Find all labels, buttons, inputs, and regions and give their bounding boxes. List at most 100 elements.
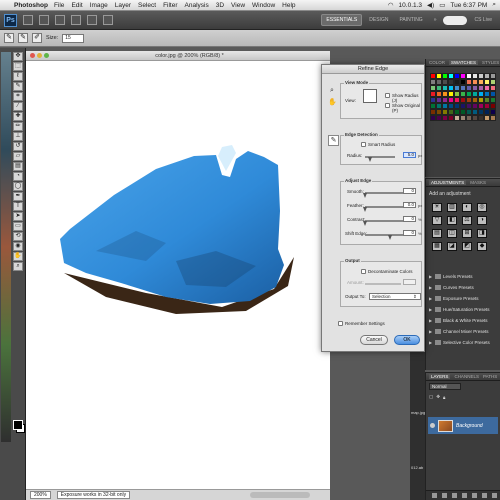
3d-camera-tool-icon[interactable]: ◉ [13,242,23,251]
tab-channels[interactable]: CHANNELS [454,374,479,379]
tab-swatches[interactable]: SWATCHES [449,60,479,65]
smooth-slider-handle[interactable] [363,193,367,198]
menu-layer[interactable]: Layer [115,2,131,9]
search-field[interactable] [443,15,468,25]
gradient-tool-icon[interactable]: ▤ [13,162,23,171]
visibility-eye-icon[interactable] [430,423,435,428]
launch-minibridge-icon[interactable] [39,15,49,25]
preset-selective-color[interactable]: ▶ Selective Color Presets [429,337,499,347]
status-info[interactable]: Exposure works in 32-bit only [56,491,131,499]
3d-rotate-tool-icon[interactable]: ⟲ [13,232,23,241]
brush-preset-icon[interactable]: ✎ [4,33,14,43]
ip-address[interactable]: 10.0.1.3 [399,2,423,9]
app-menu[interactable]: Photoshop [14,2,48,9]
link-layers-icon[interactable] [432,493,437,498]
radius-slider-handle[interactable] [368,157,372,162]
shift-edge-input[interactable]: 0 [403,230,416,236]
cancel-button[interactable]: Cancel [360,335,388,345]
menu-clock[interactable]: Tue 6:37 PM [450,2,487,9]
size-input[interactable]: 15 [62,33,85,43]
marquee-tool-icon[interactable]: ⬚ [13,62,23,71]
preset-exposure[interactable]: ▶ Exposure Presets [429,293,499,303]
solid-color-icon[interactable]: ◆ [477,242,487,251]
zoom-tool-icon[interactable]: ⌕ [328,87,336,95]
gradient-map-icon[interactable]: ◪ [447,242,457,251]
quick-selection-tool-icon[interactable]: ✎ [13,82,23,91]
add-mask-icon[interactable] [452,493,457,498]
layer-style-icon[interactable] [442,493,447,498]
refine-radius-tool-icon[interactable]: ✎ [328,135,339,146]
posterize-icon[interactable]: ◨ [477,229,487,238]
show-radius-checkbox[interactable] [385,93,390,98]
dodge-tool-icon[interactable]: ◯ [13,182,23,191]
hue-saturation-icon[interactable]: ◧ [447,216,457,225]
spotlight-icon[interactable]: ⌕ [492,1,496,9]
decontaminate-checkbox[interactable] [361,269,366,274]
swatch[interactable] [490,115,496,121]
pen-tool-icon[interactable]: ✒ [13,192,23,201]
curves-icon[interactable]: ◐ [462,203,472,212]
workspace-design[interactable]: DESIGN [365,15,392,25]
move-tool-icon[interactable]: ✥ [13,52,23,61]
tab-paths[interactable]: PATHS [483,374,497,379]
menu-image[interactable]: Image [90,2,108,9]
menu-analysis[interactable]: Analysis [185,2,209,9]
screen-mode-icon[interactable] [103,15,113,25]
delete-layer-icon[interactable] [492,493,497,498]
menu-select[interactable]: Select [138,2,156,9]
battery-icon[interactable]: ▭ [439,1,445,9]
new-layer-icon[interactable] [482,493,487,498]
feather-slider-handle[interactable] [363,207,367,212]
type-tool-icon[interactable]: T [13,202,23,211]
blend-mode-select[interactable]: Normal [429,383,461,390]
black-white-icon[interactable]: ◑ [477,216,487,225]
brush-mode-alt-icon[interactable]: ✐ [32,33,42,43]
lasso-tool-icon[interactable]: ℓ [13,72,23,81]
levels-icon[interactable]: ▥ [447,203,457,212]
launch-bridge-icon[interactable] [23,15,33,25]
brush-mode-icon[interactable]: ✎ [18,33,28,43]
smart-radius-checkbox[interactable] [361,142,366,147]
amount-slider[interactable] [365,283,401,285]
threshold-icon[interactable]: ▦ [432,242,442,251]
workspace-painting[interactable]: PAINTING [395,15,426,25]
feather-input[interactable]: 0.0 [403,202,416,208]
invert-icon[interactable]: ⊞ [462,229,472,238]
smooth-input[interactable]: 0 [403,188,416,194]
lock-position-icon[interactable]: ✥ [436,394,440,400]
workspace-essentials[interactable]: ESSENTIALS [321,14,363,26]
preset-black-white[interactable]: ▶ Black & White Presets [429,315,499,325]
canvas[interactable] [26,61,330,489]
cs-live-button[interactable]: CS Live [470,15,496,25]
contrast-slider-handle[interactable] [363,221,367,226]
remember-settings-checkbox[interactable] [338,321,343,326]
lock-icon[interactable]: ▢ [429,394,433,400]
eyedropper-tool-icon[interactable]: ⁄ [13,102,23,111]
hand-tool-icon[interactable]: ✋ [13,252,23,261]
show-original-checkbox[interactable] [385,103,390,108]
brightness-contrast-icon[interactable]: ☀ [432,203,442,212]
layer-row-background[interactable]: Background [428,417,498,434]
hand-tool-icon[interactable] [71,15,81,25]
document-titlebar[interactable]: color.jpg @ 200% (RGB/8) * [26,51,330,61]
menu-view[interactable]: View [231,2,245,9]
crop-tool-icon[interactable]: ⌗ [13,92,23,101]
new-adjustment-icon[interactable] [462,493,467,498]
eraser-tool-icon[interactable]: ▱ [13,152,23,161]
lock-all-icon[interactable]: 🔒︎ [443,395,445,400]
tab-color[interactable]: COLOR [429,60,445,65]
brush-tool-icon[interactable]: ✏ [13,122,23,131]
zoom-level-field[interactable]: 200% [30,491,51,499]
new-group-icon[interactable] [472,493,477,498]
menu-help[interactable]: Help [282,2,295,9]
color-balance-icon[interactable]: ⚖ [462,216,472,225]
path-selection-tool-icon[interactable]: ➤ [13,212,23,221]
workspace-more[interactable]: » [430,15,441,25]
horizontal-scrollbar[interactable] [250,492,310,498]
blur-tool-icon[interactable]: ◔ [13,172,23,181]
menu-3d[interactable]: 3D [216,2,224,9]
tab-styles[interactable]: STYLES [482,60,499,65]
menu-file[interactable]: File [54,2,64,9]
tab-layers[interactable]: LAYERS [429,374,451,379]
zoom-tool-icon[interactable]: ⌕ [13,262,23,271]
